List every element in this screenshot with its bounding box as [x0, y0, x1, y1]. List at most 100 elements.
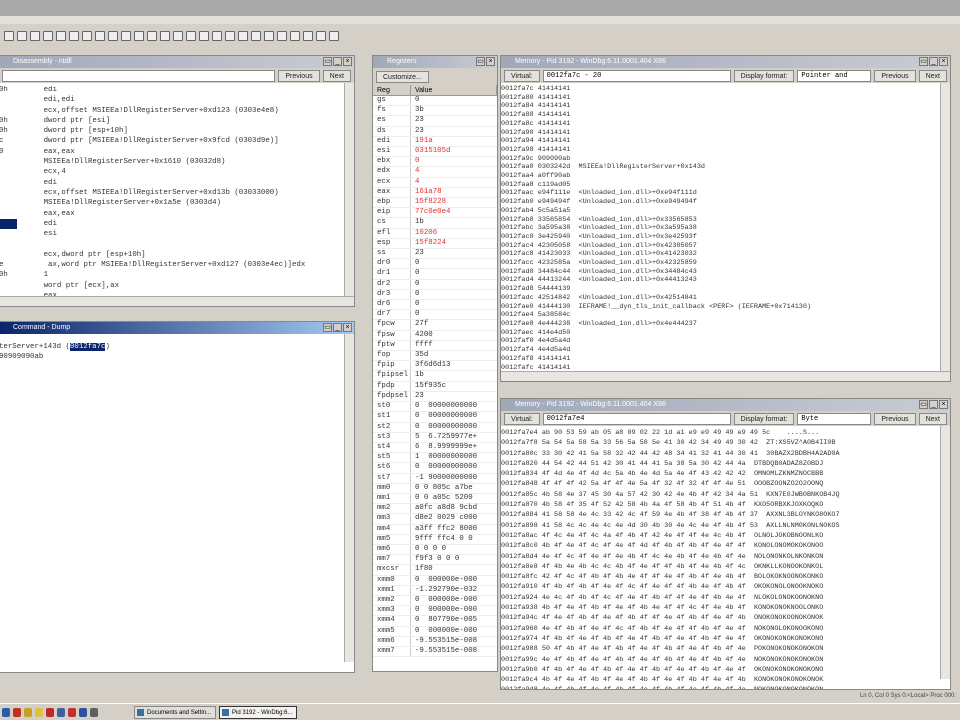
disassembly-line[interactable]: word ptr [ecx],ax [0, 281, 354, 291]
close-icon[interactable]: × [939, 400, 948, 409]
disassembly-line[interactable]: edi,edi [0, 95, 354, 105]
register-row[interactable]: mxcsr 1f80 [373, 565, 497, 576]
register-row[interactable]: dr6 0 [373, 300, 497, 311]
toolbar-button-icon[interactable] [160, 31, 170, 41]
register-row[interactable]: fpip 3f6d6d13 [373, 361, 497, 372]
register-row[interactable]: ds 23 [373, 126, 497, 137]
toolbar-button-icon[interactable] [329, 31, 339, 41]
previous-button[interactable]: Previous [278, 69, 320, 82]
register-row[interactable]: cs 1b [373, 218, 497, 229]
register-row[interactable]: st3 5 6.7259977e+ [373, 432, 497, 443]
disassembly-line[interactable]: 0h edi [0, 85, 354, 95]
vertical-scrollbar[interactable] [344, 334, 354, 662]
disassembly-line[interactable]: e ax,word ptr MSIEEa!DllRegisterServer+0… [0, 260, 354, 270]
toolbar-button-icon[interactable] [69, 31, 79, 41]
vertical-scrollbar[interactable] [344, 83, 354, 296]
toolbar-button-icon[interactable] [277, 31, 287, 41]
disassembly-line[interactable]: esi [0, 229, 354, 239]
column-reg[interactable]: Reg [373, 85, 411, 95]
register-row[interactable]: mm0 0 0 805c a7be [373, 483, 497, 494]
toolbar-button-icon[interactable] [30, 31, 40, 41]
quick-launch-icon[interactable] [79, 707, 87, 717]
register-row[interactable]: fpipsel 1b [373, 371, 497, 382]
quick-launch-icon[interactable] [57, 707, 65, 717]
close-icon[interactable]: × [343, 57, 352, 66]
restore-icon[interactable]: ▭ [476, 57, 485, 66]
disassembly-line[interactable]: ecx,offset MSIEEa!DllRegisterServer+0xd1… [0, 106, 354, 116]
disassembly-line[interactable]: MSIEEa!DllRegisterServer+0x1a5e (0303d4) [0, 198, 354, 208]
toolbar-button-icon[interactable] [134, 31, 144, 41]
toolbar-button-icon[interactable] [251, 31, 261, 41]
restore-icon[interactable]: ▭ [323, 323, 332, 332]
register-row[interactable]: ebx 0 [373, 157, 497, 168]
toolbar-button-icon[interactable] [108, 31, 118, 41]
taskbar-button[interactable]: Documents and Settin... [134, 705, 217, 719]
toolbar-button-icon[interactable] [56, 31, 66, 41]
register-row[interactable]: eip 77c0e0e4 [373, 208, 497, 219]
restore-icon[interactable]: ▭ [919, 57, 928, 66]
register-row[interactable]: fop 35d [373, 351, 497, 362]
disassembly-line[interactable]: eax,eax [0, 209, 354, 219]
horizontal-scrollbar[interactable] [0, 296, 354, 306]
disassembly-line[interactable]: 0 eax,eax [0, 147, 354, 157]
quick-launch-icon[interactable] [13, 707, 21, 717]
display-format-button[interactable]: Display format: [733, 412, 795, 425]
disassembly-line[interactable]: 0h dword ptr [esi] [0, 116, 354, 126]
register-row[interactable]: xmm2 0 000000e-000 [373, 595, 497, 607]
register-row[interactable]: dr7 0 [373, 310, 497, 321]
column-value[interactable]: Value [411, 85, 497, 95]
next-button[interactable]: Next [918, 69, 947, 82]
offset-input[interactable] [2, 69, 276, 82]
register-row[interactable]: xmm5 0 000000e-000 [373, 626, 497, 637]
register-row[interactable]: mm5 9fff ffc4 0 0 [373, 534, 497, 545]
register-row[interactable]: st6 0 00000000000 [373, 463, 497, 474]
toolbar-button-icon[interactable] [316, 31, 326, 41]
register-row[interactable]: xmm6 -9.553515e-008 [373, 636, 497, 647]
register-row[interactable]: mm4 a3ff ffc2 8000 [373, 524, 497, 535]
virtual-button[interactable]: Virtual: [504, 69, 540, 82]
register-row[interactable]: fpdpsel 23 [373, 391, 497, 403]
disassembly-line[interactable]: MSIEEa!DllRegisterServer+0x1610 (03032d8… [0, 157, 354, 167]
register-row[interactable]: xmm7 -9.553515e-008 [373, 646, 497, 658]
toolbar-button-icon[interactable] [95, 31, 105, 41]
toolbar-button-icon[interactable] [43, 31, 53, 41]
register-row[interactable]: efl 10206 [373, 228, 497, 239]
register-row[interactable]: eax 161a78 [373, 187, 497, 199]
disassembly-line[interactable] [0, 239, 354, 249]
minimize-icon[interactable]: _ [929, 400, 938, 409]
customize-button[interactable]: Customize... [376, 70, 429, 83]
register-row[interactable]: es 23 [373, 116, 497, 127]
close-icon[interactable]: × [486, 57, 495, 66]
register-row[interactable]: st4 6 8.9999999e+ [373, 442, 497, 454]
restore-icon[interactable]: ▭ [919, 400, 928, 409]
register-row[interactable]: fpdp 15f935c [373, 381, 497, 392]
next-button[interactable]: Next [322, 69, 351, 82]
disassembly-line[interactable]: 0h 1 [0, 270, 354, 280]
register-row[interactable]: dr2 0 [373, 279, 497, 290]
toolbar-button-icon[interactable] [264, 31, 274, 41]
virtual-button[interactable]: Virtual: [504, 412, 540, 425]
register-row[interactable]: xmm4 0 807790e-005 [373, 616, 497, 627]
toolbar-button-icon[interactable] [303, 31, 313, 41]
toolbar-button-icon[interactable] [225, 31, 235, 41]
minimize-icon[interactable]: _ [333, 57, 342, 66]
register-row[interactable]: fptw ffff [373, 340, 497, 352]
register-row[interactable]: xmm1 -1.292790e-032 [373, 585, 497, 596]
register-row[interactable]: ss 23 [373, 249, 497, 260]
register-row[interactable]: ecx 4 [373, 177, 497, 188]
register-row[interactable]: dr3 0 [373, 289, 497, 301]
register-row[interactable]: st7 -1 90000000000 [373, 473, 497, 484]
toolbar-button-icon[interactable] [82, 31, 92, 41]
minimize-icon[interactable]: _ [929, 57, 938, 66]
toolbar-button-icon[interactable] [290, 31, 300, 41]
register-row[interactable]: esp 15f8224 [373, 238, 497, 250]
disassembly-listing[interactable]: 0h edi edi,edi ecx,offset MSIEEa!DllRegi… [0, 83, 354, 306]
register-row[interactable]: xmm0 0 000000e-000 [373, 575, 497, 586]
disassembly-line[interactable]: c dword ptr [MSIEEa!DllRegisterServer+0x… [0, 136, 354, 146]
quick-launch-icon[interactable] [46, 707, 54, 717]
disassembly-line[interactable]: edi [0, 178, 354, 188]
previous-button[interactable]: Previous [874, 69, 916, 82]
toolbar-button-icon[interactable] [17, 31, 27, 41]
register-row[interactable]: st0 0 00000000000 [373, 402, 497, 413]
toolbar-button-icon[interactable] [199, 31, 209, 41]
